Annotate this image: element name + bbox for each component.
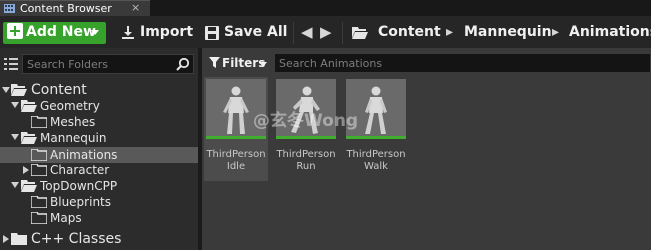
- tree-item-label: Mannequin: [40, 131, 107, 145]
- chevron-down-icon: [91, 30, 99, 35]
- expand-arrow-icon[interactable]: [11, 182, 19, 188]
- save-all-label: Save All: [224, 24, 288, 40]
- folder-icon: [31, 164, 47, 176]
- tree-item-label: TopDownCPP: [40, 179, 118, 193]
- toolbar-separator: [293, 22, 294, 44]
- save-all-button[interactable]: Save All: [204, 22, 288, 44]
- add-new-label: Add New: [26, 24, 96, 40]
- asset-view-panel: [202, 48, 651, 250]
- back-arrow-icon[interactable]: ◀: [301, 24, 313, 41]
- folder-icon: [31, 116, 47, 128]
- tab-content-browser[interactable]: Content Browser ×: [0, 0, 150, 16]
- asset-type-strip: [206, 136, 266, 139]
- folder-open-icon: [352, 27, 368, 39]
- collapse-arrow-icon[interactable]: [23, 166, 29, 174]
- breadcrumb-separator-icon[interactable]: ▸: [446, 24, 453, 41]
- tree-item-label: C++ Classes: [31, 231, 122, 247]
- folder-icon: [11, 233, 27, 245]
- import-button[interactable]: Import: [119, 22, 193, 44]
- add-new-button[interactable]: Add New: [3, 22, 106, 44]
- asset-name: ThirdPerson Idle: [206, 149, 266, 172]
- expand-arrow-icon[interactable]: [11, 134, 19, 140]
- tree-item-geometry[interactable]: Geometry: [0, 98, 198, 114]
- tree-item-animations[interactable]: Animations: [0, 147, 198, 163]
- breadcrumb-separator-icon[interactable]: ▸: [552, 24, 559, 41]
- asset-type-strip: [276, 136, 336, 139]
- watermark: @玄冬Wong: [253, 111, 359, 131]
- tree-item-cpp-classes[interactable]: C++ Classes: [0, 230, 198, 248]
- tree-item-blueprints[interactable]: Blueprints: [0, 194, 198, 210]
- search-assets-field[interactable]: [274, 53, 651, 73]
- filter-icon: [209, 57, 220, 68]
- folder-open-icon: [11, 84, 27, 96]
- tree-item-mannequin[interactable]: Mannequin: [0, 130, 198, 146]
- collapse-arrow-icon[interactable]: [3, 235, 9, 243]
- tab-title: Content Browser: [20, 2, 112, 15]
- tree-item-label: Content: [31, 82, 87, 98]
- tree-item-label: Animations: [50, 148, 118, 162]
- asset-name: ThirdPerson Walk: [346, 149, 406, 172]
- save-icon: [205, 26, 219, 40]
- expand-arrow-icon[interactable]: [2, 87, 10, 93]
- filters-button[interactable]: Filters: [206, 54, 270, 74]
- toolbar-separator: [342, 22, 343, 44]
- tree-item-character[interactable]: Character: [0, 162, 198, 178]
- tree-item-content[interactable]: Content: [0, 81, 198, 99]
- folder-open-icon: [21, 100, 37, 112]
- tree-item-label: Blueprints: [50, 195, 112, 209]
- folder-icon: [31, 196, 47, 208]
- search-assets-input[interactable]: [279, 55, 639, 71]
- plus-icon: [7, 23, 23, 39]
- search-icon[interactable]: [176, 57, 190, 71]
- folder-open-icon: [21, 132, 37, 144]
- asset-name: ThirdPerson Run: [276, 149, 336, 172]
- tree-item-label: Geometry: [40, 99, 100, 113]
- tree-item-label: Character: [50, 163, 110, 177]
- tree-item-meshes[interactable]: Meshes: [0, 114, 198, 130]
- tree-item-label: Maps: [50, 211, 82, 225]
- search-folders-input[interactable]: [27, 56, 167, 72]
- tree-item-label: Meshes: [50, 115, 96, 129]
- folder-icon: [31, 149, 47, 161]
- forward-arrow-icon[interactable]: ▶: [320, 24, 332, 41]
- tree-item-topdowncpp[interactable]: TopDownCPP: [0, 178, 198, 194]
- import-icon: [122, 26, 134, 39]
- breadcrumb-animations[interactable]: Animations: [569, 24, 651, 41]
- folder-icon: [31, 212, 47, 224]
- content-browser-icon: [4, 4, 15, 13]
- chevron-down-icon: [259, 62, 267, 67]
- asset-type-strip: [346, 136, 406, 139]
- search-folders-field[interactable]: [22, 54, 194, 74]
- folder-open-icon: [21, 180, 37, 192]
- breadcrumb-mannequin[interactable]: Mannequin: [464, 24, 552, 41]
- tree-item-maps[interactable]: Maps: [0, 210, 198, 226]
- breadcrumb-content[interactable]: Content: [378, 24, 441, 41]
- expand-arrow-icon[interactable]: [11, 102, 19, 108]
- close-icon[interactable]: ×: [131, 1, 140, 15]
- sources-panel-toggle-icon[interactable]: [4, 57, 18, 71]
- import-label: Import: [140, 24, 194, 40]
